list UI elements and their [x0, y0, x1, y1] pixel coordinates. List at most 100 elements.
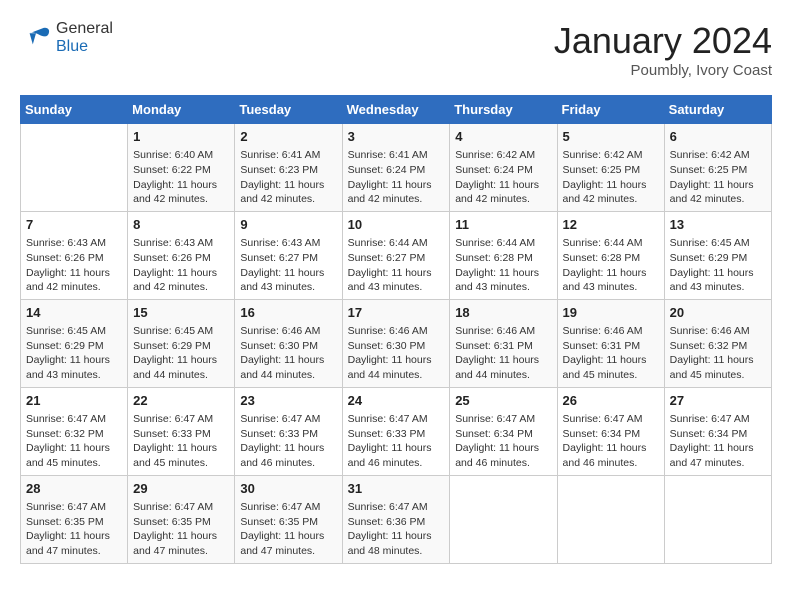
day-number: 26 — [563, 392, 659, 410]
day-info: Sunrise: 6:45 AMSunset: 6:29 PMDaylight:… — [26, 324, 122, 383]
calendar-cell: 25 Sunrise: 6:47 AMSunset: 6:34 PMDayligh… — [450, 387, 557, 475]
day-number: 4 — [455, 128, 551, 146]
calendar-cell: 6 Sunrise: 6:42 AMSunset: 6:25 PMDaylight… — [664, 124, 771, 212]
day-number: 27 — [670, 392, 766, 410]
month-title: January 2024 — [554, 20, 772, 62]
calendar-cell: 26 Sunrise: 6:47 AMSunset: 6:34 PMDayligh… — [557, 387, 664, 475]
day-info: Sunrise: 6:47 AMSunset: 6:34 PMDaylight:… — [455, 412, 551, 471]
day-number: 31 — [348, 480, 445, 498]
day-info: Sunrise: 6:45 AMSunset: 6:29 PMDaylight:… — [133, 324, 229, 383]
calendar-cell: 27Sunrise: 6:47 AMSunset: 6:34 PMDayligh… — [664, 387, 771, 475]
day-info: Sunrise: 6:47 AMSunset: 6:33 PMDaylight:… — [133, 412, 229, 471]
day-info: Sunrise: 6:46 AMSunset: 6:31 PMDaylight:… — [455, 324, 551, 383]
day-info: Sunrise: 6:46 AMSunset: 6:30 PMDaylight:… — [240, 324, 336, 383]
day-number: 17 — [348, 304, 445, 322]
day-number: 20 — [670, 304, 766, 322]
calendar-cell: 7Sunrise: 6:43 AMSunset: 6:26 PMDaylight… — [21, 211, 128, 299]
day-number: 11 — [455, 216, 551, 234]
day-number: 5 — [563, 128, 659, 146]
calendar-cell: 21 Sunrise: 6:47 AMSunset: 6:32 PMDayligh… — [21, 387, 128, 475]
day-info: Sunrise: 6:42 AMSunset: 6:24 PMDaylight:… — [455, 148, 551, 207]
day-number: 12 — [563, 216, 659, 234]
column-header-saturday: Saturday — [664, 96, 771, 124]
day-number: 18 — [455, 304, 551, 322]
calendar-cell: 13Sunrise: 6:45 AMSunset: 6:29 PMDayligh… — [664, 211, 771, 299]
calendar-week-1: 1 Sunrise: 6:40 AMSunset: 6:22 PMDaylight… — [21, 124, 772, 212]
calendar-table: SundayMondayTuesdayWednesdayThursdayFrid… — [20, 95, 772, 564]
day-number: 29 — [133, 480, 229, 498]
day-info: Sunrise: 6:47 AMSunset: 6:32 PMDaylight:… — [26, 412, 122, 471]
calendar-cell: 17Sunrise: 6:46 AMSunset: 6:30 PMDayligh… — [342, 299, 450, 387]
day-info: Sunrise: 6:44 AMSunset: 6:28 PMDaylight:… — [563, 236, 659, 295]
calendar-cell: 3 Sunrise: 6:41 AMSunset: 6:24 PMDaylight… — [342, 124, 450, 212]
day-number: 28 — [26, 480, 122, 498]
calendar-cell: 5 Sunrise: 6:42 AMSunset: 6:25 PMDaylight… — [557, 124, 664, 212]
day-info: Sunrise: 6:43 AMSunset: 6:26 PMDaylight:… — [133, 236, 229, 295]
day-number: 3 — [348, 128, 445, 146]
day-info: Sunrise: 6:44 AMSunset: 6:28 PMDaylight:… — [455, 236, 551, 295]
day-number: 6 — [670, 128, 766, 146]
day-info: Sunrise: 6:40 AMSunset: 6:22 PMDaylight:… — [133, 148, 229, 207]
day-number: 7 — [26, 216, 122, 234]
calendar-cell — [450, 475, 557, 563]
day-number: 10 — [348, 216, 445, 234]
day-number: 9 — [240, 216, 336, 234]
logo: General Blue — [20, 20, 113, 55]
day-number: 24 — [348, 392, 445, 410]
day-number: 19 — [563, 304, 659, 322]
day-number: 30 — [240, 480, 336, 498]
calendar-cell: 12 Sunrise: 6:44 AMSunset: 6:28 PMDayligh… — [557, 211, 664, 299]
day-number: 15 — [133, 304, 229, 322]
column-header-sunday: Sunday — [21, 96, 128, 124]
day-info: Sunrise: 6:41 AMSunset: 6:23 PMDaylight:… — [240, 148, 336, 207]
day-number: 1 — [133, 128, 229, 146]
day-number: 22 — [133, 392, 229, 410]
column-header-wednesday: Wednesday — [342, 96, 450, 124]
calendar-cell — [664, 475, 771, 563]
calendar-cell: 4 Sunrise: 6:42 AMSunset: 6:24 PMDaylight… — [450, 124, 557, 212]
calendar-cell: 2 Sunrise: 6:41 AMSunset: 6:23 PMDaylight… — [235, 124, 342, 212]
column-header-tuesday: Tuesday — [235, 96, 342, 124]
logo-general-text: General — [56, 20, 113, 37]
calendar-week-5: 28 Sunrise: 6:47 AMSunset: 6:35 PMDayligh… — [21, 475, 772, 563]
calendar-cell: 10 Sunrise: 6:44 AMSunset: 6:27 PMDayligh… — [342, 211, 450, 299]
calendar-week-2: 7 Sunrise: 6:43 AMSunset: 6:26 PMDaylight… — [21, 211, 772, 299]
day-info: Sunrise: 6:42 AMSunset: 6:25 PMDaylight:… — [670, 148, 766, 207]
day-info: Sunrise: 6:45 AMSunset: 6:29 PMDaylight:… — [670, 236, 766, 295]
title-block: January 2024 Poumbly, Ivory Coast — [554, 20, 772, 79]
calendar-cell: 11 Sunrise: 6:44 AMSunset: 6:28 PMDayligh… — [450, 211, 557, 299]
calendar-cell: 19 Sunrise: 6:46 AMSunset: 6:31 PMDayligh… — [557, 299, 664, 387]
day-info: Sunrise: 6:42 AMSunset: 6:25 PMDaylight:… — [563, 148, 659, 207]
calendar-cell: 14 Sunrise: 6:45 AMSunset: 6:29 PMDayligh… — [21, 299, 128, 387]
calendar-cell: 20 Sunrise: 6:46 AMSunset: 6:32 PMDayligh… — [664, 299, 771, 387]
day-info: Sunrise: 6:46 AMSunset: 6:32 PMDaylight:… — [670, 324, 766, 383]
logo-text: General Blue — [56, 20, 113, 55]
calendar-cell — [557, 475, 664, 563]
calendar-cell: 31 Sunrise: 6:47 AMSunset: 6:36 PMDayligh… — [342, 475, 450, 563]
day-number: 2 — [240, 128, 336, 146]
logo-blue-text: Blue — [56, 38, 88, 55]
day-info: Sunrise: 6:43 AMSunset: 6:27 PMDaylight:… — [240, 236, 336, 295]
day-info: Sunrise: 6:47 AMSunset: 6:33 PMDaylight:… — [240, 412, 336, 471]
day-info: Sunrise: 6:47 AMSunset: 6:35 PMDaylight:… — [240, 500, 336, 559]
day-info: Sunrise: 6:44 AMSunset: 6:27 PMDaylight:… — [348, 236, 445, 295]
day-number: 14 — [26, 304, 122, 322]
day-number: 21 — [26, 392, 122, 410]
day-info: Sunrise: 6:47 AMSunset: 6:34 PMDaylight:… — [563, 412, 659, 471]
day-info: Sunrise: 6:47 AMSunset: 6:36 PMDaylight:… — [348, 500, 445, 559]
calendar-cell: 15 Sunrise: 6:45 AMSunset: 6:29 PMDayligh… — [128, 299, 235, 387]
calendar-week-3: 14 Sunrise: 6:45 AMSunset: 6:29 PMDayligh… — [21, 299, 772, 387]
location: Poumbly, Ivory Coast — [554, 62, 772, 79]
calendar-week-4: 21 Sunrise: 6:47 AMSunset: 6:32 PMDayligh… — [21, 387, 772, 475]
day-info: Sunrise: 6:41 AMSunset: 6:24 PMDaylight:… — [348, 148, 445, 207]
calendar-cell: 22 Sunrise: 6:47 AMSunset: 6:33 PMDayligh… — [128, 387, 235, 475]
calendar-cell: 16Sunrise: 6:46 AMSunset: 6:30 PMDayligh… — [235, 299, 342, 387]
day-info: Sunrise: 6:46 AMSunset: 6:31 PMDaylight:… — [563, 324, 659, 383]
logo-icon — [20, 22, 52, 54]
day-info: Sunrise: 6:47 AMSunset: 6:35 PMDaylight:… — [26, 500, 122, 559]
column-header-thursday: Thursday — [450, 96, 557, 124]
calendar-header-row: SundayMondayTuesdayWednesdayThursdayFrid… — [21, 96, 772, 124]
calendar-cell: 8Sunrise: 6:43 AMSunset: 6:26 PMDaylight… — [128, 211, 235, 299]
day-number: 25 — [455, 392, 551, 410]
day-info: Sunrise: 6:47 AMSunset: 6:35 PMDaylight:… — [133, 500, 229, 559]
